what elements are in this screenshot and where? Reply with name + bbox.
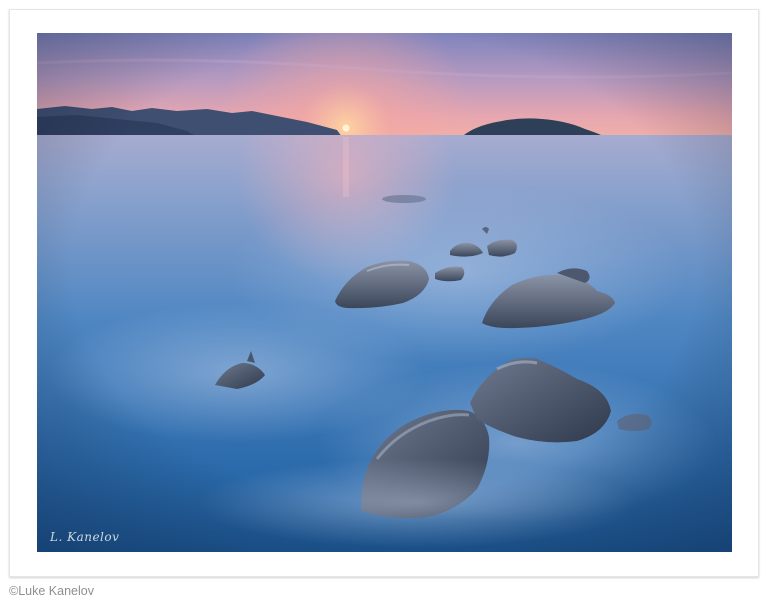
copyright-credit: ©Luke Kanelov: [9, 584, 94, 598]
vignette: [37, 33, 732, 552]
seascape-photo: [37, 33, 732, 552]
picture-frame: [9, 9, 759, 577]
photographer-signature: L. Kanelov: [50, 530, 120, 544]
seascape-image: [37, 33, 732, 552]
